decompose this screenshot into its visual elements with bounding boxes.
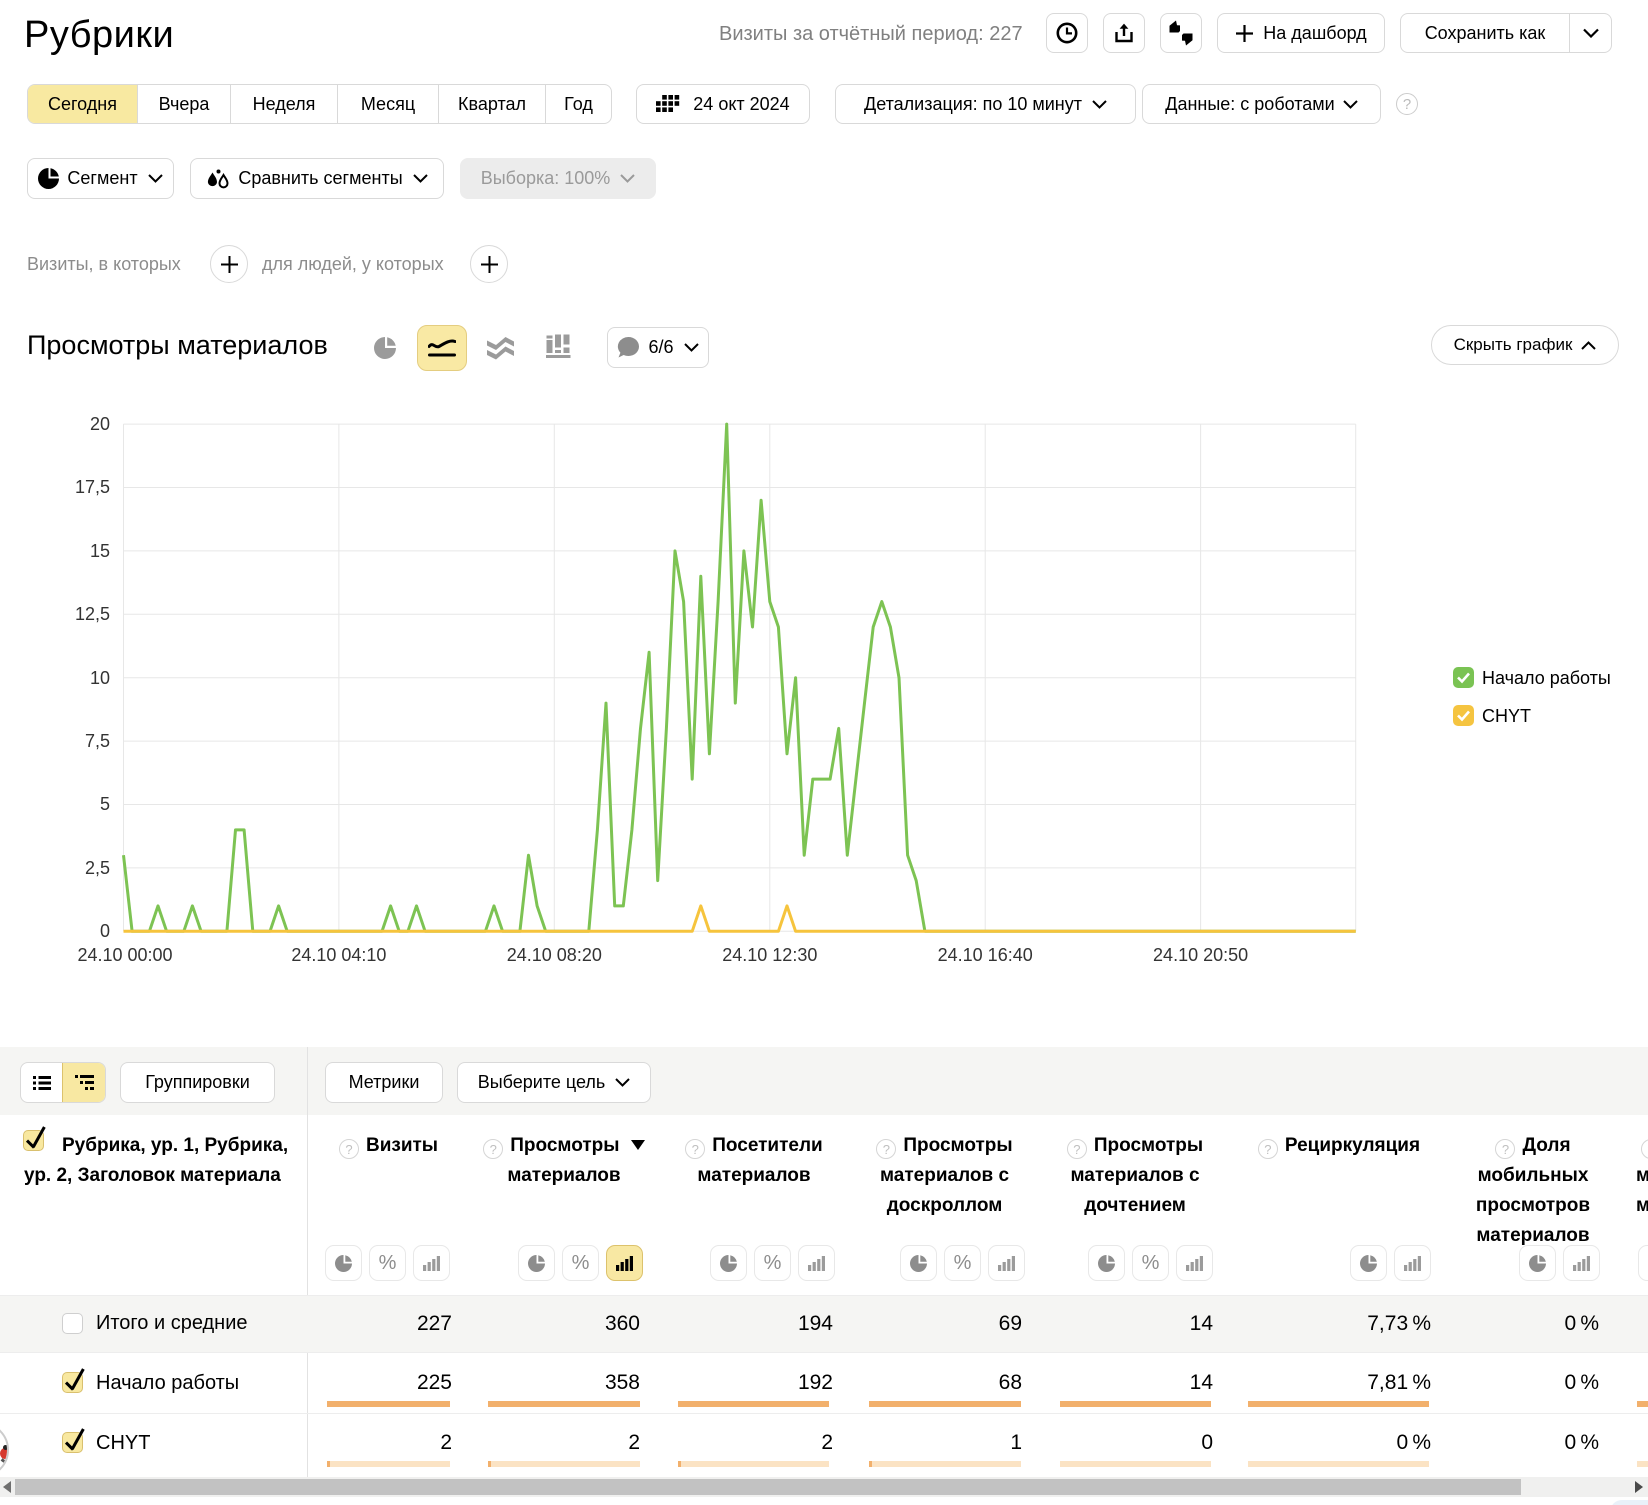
svg-text:0: 0 bbox=[100, 921, 110, 941]
svg-text:5: 5 bbox=[100, 794, 110, 814]
svg-text:24.10 16:40: 24.10 16:40 bbox=[938, 945, 1033, 965]
svg-text:24.10 08:20: 24.10 08:20 bbox=[507, 945, 602, 965]
svg-text:12,5: 12,5 bbox=[75, 604, 110, 624]
svg-text:15: 15 bbox=[90, 541, 110, 561]
svg-text:24.10 04:10: 24.10 04:10 bbox=[291, 945, 386, 965]
svg-text:2,5: 2,5 bbox=[85, 858, 110, 878]
svg-text:17,5: 17,5 bbox=[75, 477, 110, 497]
svg-text:24.10 12:30: 24.10 12:30 bbox=[722, 945, 817, 965]
svg-text:24.10 20:50: 24.10 20:50 bbox=[1153, 945, 1248, 965]
svg-text:24.10 00:00: 24.10 00:00 bbox=[77, 945, 172, 965]
svg-text:10: 10 bbox=[90, 668, 110, 688]
svg-text:7,5: 7,5 bbox=[85, 731, 110, 751]
svg-text:20: 20 bbox=[90, 414, 110, 434]
